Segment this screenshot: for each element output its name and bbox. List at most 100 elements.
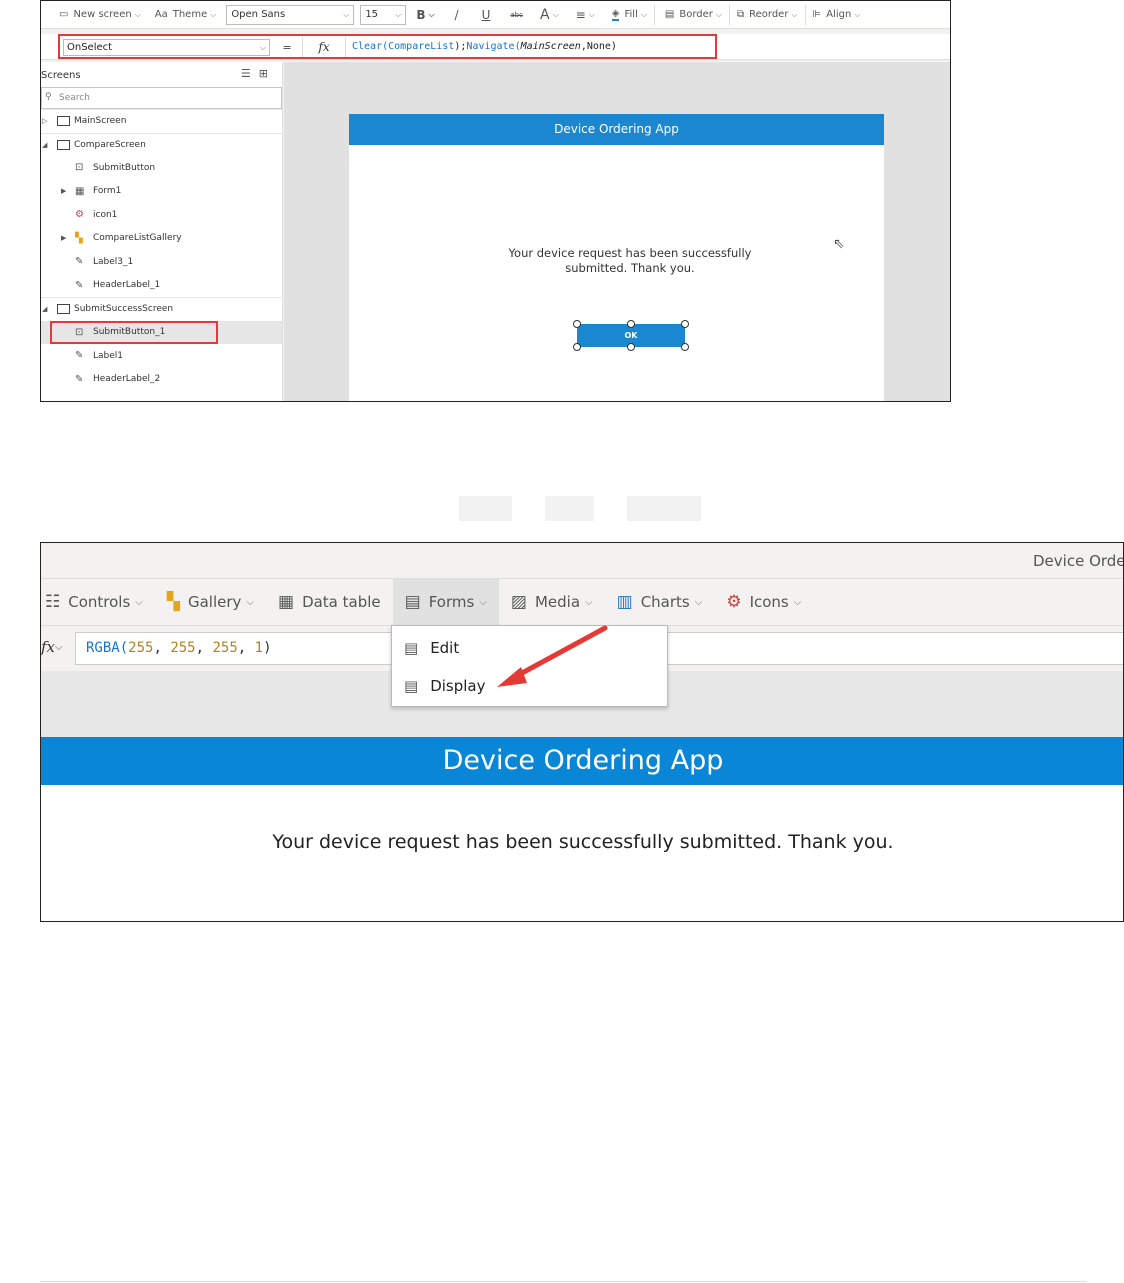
spacer-block [627,496,701,521]
tree-item-submitsuccessscreen[interactable]: ◢ SubmitSuccessScreen [41,297,282,321]
icons-menu[interactable]: ⚙ Icons ⌵ [714,579,813,625]
controls-menu[interactable]: ☷ Controls ⌵ [41,579,155,625]
studio-screenshot-2: Device Order ☷ Controls ⌵ ▚ Gallery ⌵ ▦ … [40,542,1124,922]
underline-button[interactable]: U [472,1,501,29]
highlight-box-submitbutton [50,320,218,344]
gallery-menu[interactable]: ▚ Gallery ⌵ [155,579,266,625]
tree-item-form1[interactable]: ▶ ▦ Form1 [41,180,282,204]
success-message-label[interactable]: Your device request has been successfull… [41,831,1123,853]
chevron-down-icon: ⌵ [210,9,217,19]
resize-handle[interactable] [681,320,689,328]
fill-button[interactable]: ◈ Fill ⌵ [605,1,654,29]
tree-item-label3-1[interactable]: ✎ Label3_1 [41,250,282,274]
label-edit-icon: ✎ [75,256,84,268]
charts-menu[interactable]: ▥ Charts ⌵ [605,579,715,625]
tree-item-mainscreen[interactable]: ▷ MainScreen [41,109,282,133]
app-body: Your device request has been successfull… [41,785,1123,921]
screen-icon [57,116,70,127]
gallery-icon: ▚ [75,232,83,244]
expand-arrow-icon[interactable]: ▶ [61,234,66,242]
resize-handle[interactable] [681,343,689,351]
display-form-icon: ▤ [404,677,419,695]
app-header-label[interactable]: Device Ordering App [349,114,884,145]
expand-arrow-icon[interactable]: ▷ [42,117,47,125]
theme-icon: Aa [154,9,168,20]
font-family-wrap: Open Sans ⌵ [223,1,357,29]
reorder-button[interactable]: ⧉ Reorder ⌵ [730,1,805,29]
screen-icon [57,304,70,315]
tree-item-icon1[interactable]: ⚙ icon1 [41,203,282,227]
annotation-arrow [497,625,608,687]
chevron-down-icon: ⌵ [395,9,402,19]
formula-text: RGBA(255, 255, 255, 1) [86,640,272,656]
font-family-dropdown[interactable]: Open Sans ⌵ [226,4,355,25]
media-menu[interactable]: ▨ Media ⌵ [499,579,605,625]
resize-handle[interactable] [573,320,581,328]
data-table-button[interactable]: ▦ Data table [266,579,393,625]
tree-item-headerlabel-2[interactable]: ✎ HeaderLabel_2 [41,368,282,392]
bar-chart-icon: ▥ [616,592,633,612]
forms-menu-button[interactable]: ▤ Forms ⌵ [392,579,499,625]
tree-item-submitbutton-1[interactable]: ⊡ SubmitButton_1 [41,320,282,344]
studio-screenshot-1: ▭ New screen ⌵ Aa Theme ⌵ Open Sans ⌵ 15… [40,0,951,402]
border-button[interactable]: ▤ Border ⌵ [655,1,729,29]
tree-item-label1[interactable]: ✎ Label1 [41,344,282,368]
mouse-cursor-icon: ⇖ [833,236,845,252]
spacer-block [545,496,594,521]
tree-search-input[interactable]: ⚲ Search [41,87,282,109]
resize-handle[interactable] [627,343,635,351]
tree-item-headerlabel-1[interactable]: ✎ HeaderLabel_1 [41,274,282,298]
search-icon: ⚲ [45,92,52,102]
bold-button[interactable]: B ⌵ [409,1,441,29]
font-size-wrap: 15 ⌵ [357,1,409,29]
collapse-arrow-icon[interactable]: ◢ [42,141,47,149]
chevron-down-icon: ⌵ [588,9,595,19]
fx-icon[interactable]: fx [41,638,55,656]
label-edit-icon: ✎ [75,350,84,362]
chevron-down-icon: ⌵ [793,596,802,608]
screen-icon: ▭ [59,9,69,20]
highlight-box-formula [58,34,717,59]
strikethrough-button[interactable]: abc [500,1,533,29]
chevron-down-icon: ⌵ [134,9,141,19]
chevron-down-icon: ⌵ [585,596,593,608]
success-message-label[interactable]: Your device request has been successfull… [489,246,771,276]
arrow-shaft [508,625,608,682]
collapse-arrow-icon[interactable]: ◢ [42,305,47,313]
app-header-label[interactable]: Device Ordering App [41,737,1123,785]
chevron-down-icon: ⌵ [715,9,722,19]
text-align-button[interactable]: ≡ ⌵ [566,1,605,29]
reorder-icon: ⧉ [736,9,745,20]
tree-view-header: Screens ☰⊞ [41,62,282,87]
sliders-icon: ☷ [45,592,61,612]
align-lines-icon: ≡ [575,7,586,22]
theme-button[interactable]: Aa Theme ⌵ [148,1,224,29]
new-screen-button[interactable]: ▭ New screen ⌵ [41,1,148,29]
page-divider [40,1281,1087,1282]
chevron-down-icon[interactable]: ⌵ [55,642,63,653]
chevron-down-icon: ⌵ [640,9,647,19]
expand-arrow-icon[interactable]: ▶ [61,187,66,195]
edit-form-icon: ▤ [404,639,419,657]
tree-item-submitbutton[interactable]: ⊡ SubmitButton [41,156,282,180]
chevron-down-icon: ⌵ [854,9,861,19]
tree-item-comparescreen[interactable]: ◢ CompareScreen [41,132,282,157]
tree-item-comparelistgallery[interactable]: ▶ ▚ CompareListGallery [41,227,282,251]
font-size-dropdown[interactable]: 15 ⌵ [360,4,407,25]
formula-bar: OnSelect ⌵ = fx Clear(CompareList);Navig… [41,34,950,60]
resize-handle[interactable] [627,320,635,328]
label-edit-icon: ✎ [75,279,84,291]
border-icon: ▤ [664,9,675,20]
screen-icon [57,139,70,150]
align-button[interactable]: ⊫ Align ⌵ [806,1,868,29]
chevron-down-icon: ⌵ [428,9,435,19]
design-canvas: Device Ordering App Your device request … [284,62,950,401]
button-icon: ⊡ [75,162,84,174]
icons-icon: ⚙ [75,209,84,221]
view-toggle-icons[interactable]: ☰⊞ [241,67,276,80]
italic-button[interactable]: / [442,1,472,29]
form-icon: ▤ [404,592,421,612]
resize-handle[interactable] [573,343,581,351]
label-edit-icon: ✎ [75,373,84,385]
font-color-button[interactable]: A ⌵ [533,1,566,29]
